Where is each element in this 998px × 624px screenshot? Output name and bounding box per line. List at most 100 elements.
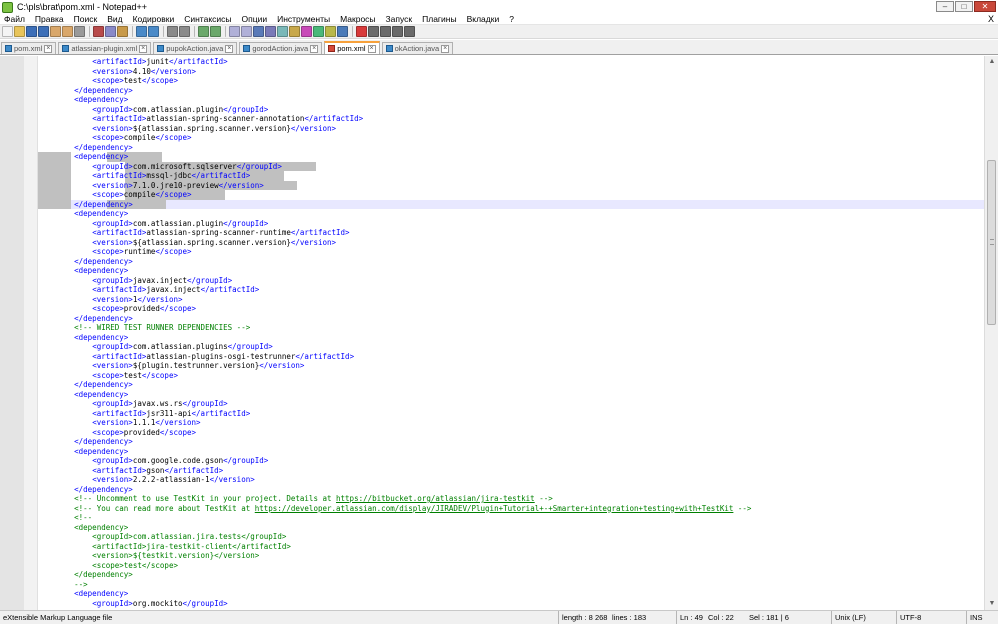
doc-map-icon[interactable]	[301, 26, 312, 37]
show-all-chars-icon[interactable]	[265, 26, 276, 37]
code-line[interactable]: 50− <dependency>	[38, 209, 984, 219]
indent-guide-icon[interactable]	[277, 26, 288, 37]
code-line[interactable]: 65 <artifactId>atlassian-plugins-osgi-te…	[38, 352, 984, 362]
code-line[interactable]: 56− <dependency>	[38, 266, 984, 276]
editor[interactable]: 34 <artifactId>junit</artifactId>35 <ver…	[0, 56, 998, 610]
code-line[interactable]: 81 <!-- You can read more about TestKit …	[38, 504, 984, 514]
tab-gorodaction-java[interactable]: gorodAction.java ×	[239, 42, 323, 54]
zoom-in-icon[interactable]	[198, 26, 209, 37]
code-line[interactable]: 61 </dependency>	[38, 314, 984, 324]
print-icon[interactable]	[74, 26, 85, 37]
folder-workspace-icon[interactable]	[325, 26, 336, 37]
save-icon[interactable]	[26, 26, 37, 37]
menu-settings[interactable]: Опции	[237, 14, 273, 25]
close-button[interactable]: ✕	[974, 1, 996, 12]
close-file-icon[interactable]	[50, 26, 61, 37]
code-line[interactable]: 57 <groupId>javax.inject</groupId>	[38, 276, 984, 286]
code-line[interactable]: 47 <version>7.1.0.jre10-preview</version…	[38, 180, 984, 190]
code-line[interactable]: 41 <version>${atlassian.spring.scanner.v…	[38, 124, 984, 134]
menu-window[interactable]: Вкладки	[462, 14, 505, 25]
open-folder-icon[interactable]	[14, 26, 25, 37]
menu-plugins[interactable]: Плагины	[417, 14, 461, 25]
cut-icon[interactable]	[93, 26, 104, 37]
word-wrap-icon[interactable]	[253, 26, 264, 37]
menu-search[interactable]: Поиск	[69, 14, 103, 25]
find-icon[interactable]	[167, 26, 178, 37]
code-line[interactable]: 86 <version>${testkit.version}</version>	[38, 551, 984, 561]
code-line[interactable]: 72 <version>1.1.1</version>	[38, 418, 984, 428]
fold-margin[interactable]	[24, 56, 38, 610]
tab-pupokaction-java[interactable]: pupokAction.java ×	[153, 42, 238, 54]
code-line[interactable]: 77 <artifactId>gson</artifactId>	[38, 466, 984, 476]
code-line[interactable]: 75− <dependency>	[38, 447, 984, 457]
code-line[interactable]: 66 <version>${plugin.testrunner.version}…	[38, 361, 984, 371]
tab-close-icon[interactable]: ×	[310, 44, 319, 53]
code-line[interactable]: 85 <artifactId>jira-testkit-client</arti…	[38, 542, 984, 552]
code-line[interactable]: 52 <artifactId>atlassian-spring-scanner-…	[38, 228, 984, 238]
sync-v-icon[interactable]	[229, 26, 240, 37]
code-line[interactable]: 79 </dependency>	[38, 485, 984, 495]
code-line[interactable]: 38− <dependency>	[38, 95, 984, 105]
tab-close-icon[interactable]: ×	[441, 44, 450, 53]
code-line[interactable]: 88 </dependency>	[38, 570, 984, 580]
maximize-button[interactable]: □	[955, 1, 973, 12]
close-document-x[interactable]: X	[988, 14, 994, 25]
code-line[interactable]: 54 <scope>runtime</scope>	[38, 247, 984, 257]
code-line[interactable]: 82− <!--	[38, 513, 984, 523]
code-line[interactable]: 76 <groupId>com.google.code.gson</groupI…	[38, 456, 984, 466]
code-line[interactable]: 83 <dependency>	[38, 523, 984, 533]
code-line[interactable]: 42 <scope>compile</scope>	[38, 133, 984, 143]
menu-language[interactable]: Синтаксисы	[179, 14, 236, 25]
tab-close-icon[interactable]: ×	[367, 44, 376, 53]
code-line[interactable]: 59 <version>1</version>	[38, 295, 984, 305]
code-line[interactable]: 74 </dependency>	[38, 437, 984, 447]
replace-icon[interactable]	[179, 26, 190, 37]
menu-run[interactable]: Запуск	[381, 14, 418, 25]
code-line[interactable]: 70 <groupId>javax.ws.rs</groupId>	[38, 399, 984, 409]
copy-icon[interactable]	[105, 26, 116, 37]
code-line[interactable]: 73 <scope>provided</scope>	[38, 428, 984, 438]
code-line[interactable]: 39 <groupId>com.atlassian.plugin</groupI…	[38, 105, 984, 115]
code-line[interactable]: 34 <artifactId>junit</artifactId>	[38, 57, 984, 67]
paste-icon[interactable]	[117, 26, 128, 37]
code-line[interactable]: 78 <version>2.2.2-atlassian-1</version>	[38, 475, 984, 485]
save-macro-icon[interactable]	[404, 26, 415, 37]
scroll-up-icon[interactable]: ▲	[985, 56, 998, 68]
redo-icon[interactable]	[148, 26, 159, 37]
menu-macro[interactable]: Макросы	[335, 14, 380, 25]
code-line[interactable]: 37 </dependency>	[38, 86, 984, 96]
menu-help[interactable]: ?	[504, 14, 519, 25]
sync-h-icon[interactable]	[241, 26, 252, 37]
code-line[interactable]: 89 -->	[38, 580, 984, 590]
code-line[interactable]: 80 <!-- Uncomment to use TestKit in your…	[38, 494, 984, 504]
close-all-icon[interactable]	[62, 26, 73, 37]
menu-tools[interactable]: Инструменты	[272, 14, 335, 25]
code-line[interactable]: 62 <!-- WIRED TEST RUNNER DEPENDENCIES -…	[38, 323, 984, 333]
menu-file[interactable]: Файл	[0, 14, 30, 25]
code-line[interactable]: 46 <artifactId>mssql-jdbc</artifactId>	[38, 171, 984, 181]
tab-atlassian-plugin-xml[interactable]: atlassian-plugin.xml ×	[58, 42, 152, 54]
code-line[interactable]: 60 <scope>provided</scope>	[38, 304, 984, 314]
scroll-thumb[interactable]	[987, 160, 996, 325]
code-line[interactable]: 90− <dependency>	[38, 589, 984, 599]
undo-icon[interactable]	[136, 26, 147, 37]
record-macro-icon[interactable]	[356, 26, 367, 37]
new-file-icon[interactable]	[2, 26, 13, 37]
code-line[interactable]: 71 <artifactId>jsr311-api</artifactId>	[38, 409, 984, 419]
code-line[interactable]: 87 <scope>test</scope>	[38, 561, 984, 571]
code-line[interactable]: 53 <version>${atlassian.spring.scanner.v…	[38, 238, 984, 248]
code-line[interactable]: 43 </dependency>	[38, 143, 984, 153]
menu-view[interactable]: Вид	[102, 14, 127, 25]
func-list-icon[interactable]	[313, 26, 324, 37]
menu-edit[interactable]: Правка	[30, 14, 69, 25]
code-line[interactable]: 44− <dependency>	[38, 152, 984, 162]
code-line[interactable]: 40 <artifactId>atlassian-spring-scanner-…	[38, 114, 984, 124]
code-area[interactable]: 34 <artifactId>junit</artifactId>35 <ver…	[38, 56, 984, 610]
code-line[interactable]: 67 <scope>test</scope>	[38, 371, 984, 381]
monitor-icon[interactable]	[337, 26, 348, 37]
code-line[interactable]: 63− <dependency>	[38, 333, 984, 343]
code-line[interactable]: 48 <scope>compile</scope>	[38, 190, 984, 200]
stop-macro-icon[interactable]	[368, 26, 379, 37]
code-line[interactable]: 91 <groupId>org.mockito</groupId>	[38, 599, 984, 609]
code-line[interactable]: 45 <groupId>com.microsoft.sqlserver</gro…	[38, 161, 984, 171]
